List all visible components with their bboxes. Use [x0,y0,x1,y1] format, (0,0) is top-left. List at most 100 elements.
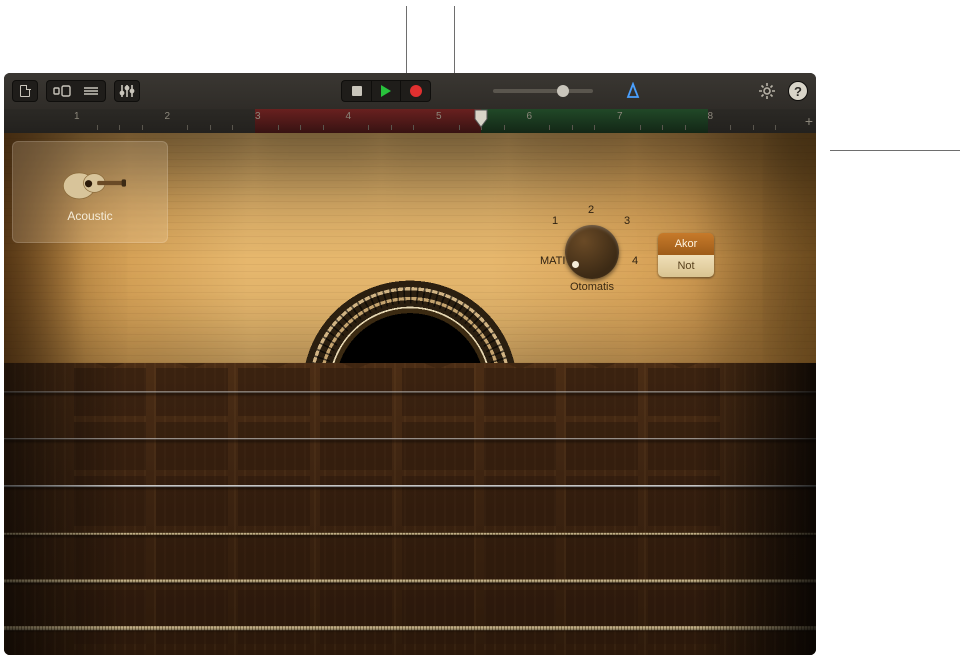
chord-cell[interactable] [566,422,638,470]
chord-cell[interactable] [320,368,392,416]
chord-cell[interactable] [74,422,146,470]
chord-cell[interactable] [648,422,720,470]
autoplay-pos-3: 3 [624,215,630,227]
chord-cell[interactable] [648,476,720,526]
autoplay-pos-1: 1 [552,215,558,227]
autoplay-knob[interactable] [565,225,619,279]
mode-toggle: Akor Not [658,233,714,277]
chord-cell[interactable] [320,590,392,644]
chord-cell[interactable] [484,532,556,584]
instrument-body: Acoustic MATI 1 2 3 4 Otomatis Akor Not [4,133,816,363]
chord-cell[interactable] [156,422,228,470]
help-button[interactable]: ? [788,81,808,101]
callout-ruler-line [830,150,960,151]
callout-play-line [406,6,407,74]
chord-cell[interactable] [566,650,638,655]
chord-cell[interactable] [156,650,228,655]
chord-cell[interactable] [402,650,474,655]
slider-knob[interactable] [557,85,569,97]
autoplay-label: Otomatis [542,281,642,293]
chord-cell[interactable] [156,532,228,584]
chord-cell[interactable] [402,422,474,470]
chord-cell[interactable] [74,650,146,655]
chord-cell[interactable] [238,476,310,526]
chord-column-Bdim: Bdim [648,363,720,655]
chord-cell[interactable] [566,532,638,584]
chord-cell[interactable] [648,532,720,584]
chord-cell[interactable] [484,422,556,470]
chord-cell[interactable] [238,368,310,416]
chord-cell[interactable] [320,532,392,584]
master-volume-slider[interactable] [493,89,593,93]
autoplay-pos-4: 4 [632,255,638,267]
chord-column-F: F [484,363,556,655]
mixer-button[interactable] [114,80,140,102]
chord-cell[interactable] [74,476,146,526]
chord-cell[interactable] [320,476,392,526]
chord-cell[interactable] [402,532,474,584]
ruler-bar-2: 2 [165,111,171,122]
chord-cell[interactable] [238,532,310,584]
chord-cell[interactable] [402,476,474,526]
chord-cell[interactable] [484,368,556,416]
metronome-button[interactable] [620,80,646,102]
autoplay-control: MATI 1 2 3 4 Otomatis [542,211,642,293]
app-window: ? 12345678+ Acoustic MATI 1 2 3 4 [4,73,816,655]
chord-strip-area: EmAmDmGCM7/EFB♭Bdim [4,363,816,655]
mode-notes[interactable]: Not [658,255,714,277]
chord-cell[interactable] [238,422,310,470]
chord-cell[interactable] [484,650,556,655]
chord-cell[interactable] [402,590,474,644]
autoplay-off-label: MATI [540,255,565,267]
metronome-icon [624,82,642,100]
ruler-bar-4: 4 [346,111,352,122]
chord-column-G: G [320,363,392,655]
chord-cell[interactable] [74,532,146,584]
play-button[interactable] [371,80,401,102]
chord-cell[interactable] [156,368,228,416]
browser-icon [53,85,71,97]
chord-column-Em: Em [74,363,146,655]
browser-button[interactable] [46,80,76,102]
ruler-bar-5: 5 [436,111,442,122]
sliders-icon [119,84,135,98]
add-section-button[interactable]: + [805,113,813,129]
chord-cell[interactable] [566,590,638,644]
instrument-name: Acoustic [67,209,112,223]
play-icon [380,84,392,98]
chord-cell[interactable] [74,590,146,644]
chord-cell[interactable] [74,368,146,416]
chord-cell[interactable] [320,422,392,470]
tracks-icon [82,85,100,97]
chord-column-CM7E: CM7/E [402,363,474,655]
stop-icon [351,85,363,97]
chord-column-Dm: Dm [238,363,310,655]
chord-cell[interactable] [648,368,720,416]
chord-column-Am: Am [156,363,228,655]
tracks-button[interactable] [76,80,106,102]
chord-cell[interactable] [402,368,474,416]
sound-hole [295,273,525,363]
chord-cell[interactable] [156,476,228,526]
stop-button[interactable] [341,80,371,102]
chord-cell[interactable] [320,650,392,655]
gear-icon [758,82,776,100]
playhead[interactable] [474,109,488,129]
ruler[interactable]: 12345678+ [4,109,816,133]
chord-cell[interactable] [648,590,720,644]
record-button[interactable] [401,80,431,102]
document-icon [20,85,30,97]
chord-cell[interactable] [566,368,638,416]
chord-cell[interactable] [484,476,556,526]
chord-cell[interactable] [648,650,720,655]
chord-cell[interactable] [238,650,310,655]
settings-button[interactable] [754,80,780,102]
mode-chords[interactable]: Akor [658,233,714,255]
chord-cell[interactable] [156,590,228,644]
mysongs-button[interactable] [12,80,38,102]
chord-cell[interactable] [484,590,556,644]
ruler-bar-7: 7 [617,111,623,122]
chord-cell[interactable] [238,590,310,644]
chord-cell[interactable] [566,476,638,526]
instrument-selector[interactable]: Acoustic [12,141,168,243]
